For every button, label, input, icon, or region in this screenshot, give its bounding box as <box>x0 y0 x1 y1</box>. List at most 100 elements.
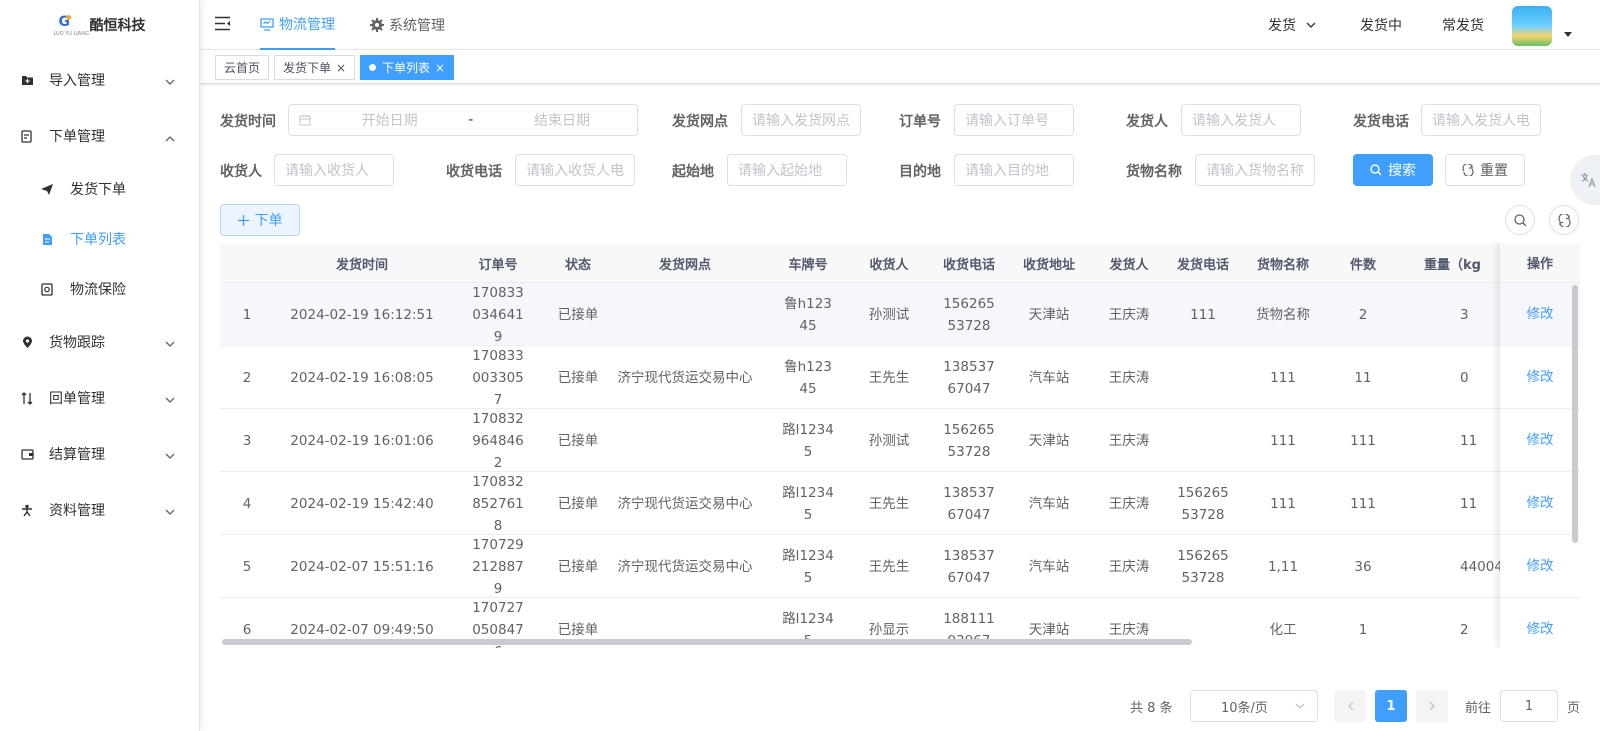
cell-weight: 11 <box>1396 472 1506 535</box>
page-suffix: 页 <box>1567 701 1581 716</box>
sidebar-subitem-insurance[interactable]: 物流保险 <box>0 264 199 314</box>
chevron-down-icon <box>165 448 175 464</box>
sidebar-item-data[interactable]: 资料管理 <box>0 482 199 538</box>
refresh-table-button[interactable] <box>1549 205 1579 235</box>
sidebar-subitem-ship-order[interactable]: 发货下单 <box>0 164 199 214</box>
col-order-no: 订单号 <box>478 257 518 273</box>
cell-order-no: 1708330033057 <box>450 346 546 409</box>
search-icon <box>1370 164 1382 176</box>
destination-input[interactable]: 请输入目的地 <box>954 154 1074 186</box>
cell-index: 1 <box>220 283 274 346</box>
gear-icon <box>370 18 384 32</box>
date-range-picker[interactable]: 开始日期 - 结束日期 <box>288 104 638 136</box>
cell-sender-text: 王庆涛 <box>1108 369 1150 386</box>
caret-down-icon[interactable] <box>1564 32 1572 37</box>
cell-status-text: 已接单 <box>557 369 599 386</box>
table-row[interactable]: 3 2024-02-19 16:01:06 1708329648462 已接单 路l12… <box>220 409 1580 472</box>
hamburger-icon[interactable] <box>214 16 231 35</box>
sidebar-item-tracking[interactable]: 货物跟踪 <box>0 314 199 370</box>
cell-receiver-phone: 13853767047 <box>922 535 1016 598</box>
prev-page-button[interactable] <box>1334 690 1366 722</box>
receiver-input[interactable]: 请输入收货人 <box>274 154 394 186</box>
page-1-button[interactable]: 1 <box>1375 690 1407 722</box>
cell-plate: 鲁h12345 <box>760 283 856 346</box>
sidebar-item-order[interactable]: 下单管理 <box>0 108 199 164</box>
cell-action: 修改 <box>1500 409 1580 472</box>
start-date-input[interactable]: 开始日期 <box>335 110 445 130</box>
chevron-right-icon <box>1429 701 1436 711</box>
nav-shipping[interactable]: 发货中 <box>1360 0 1402 50</box>
edit-link[interactable]: 修改 <box>1527 366 1554 388</box>
edit-link[interactable]: 修改 <box>1527 555 1554 577</box>
order-no-input[interactable]: 请输入订单号 <box>954 104 1074 136</box>
cell-receiver-address: 天津站 <box>1016 283 1082 346</box>
cell-receiver-address-text: 汽车站 <box>1028 369 1070 386</box>
origin-input[interactable]: 请输入起始地 <box>727 154 847 186</box>
sender-phone-input[interactable]: 请输入发货人电 <box>1421 104 1541 136</box>
table-row[interactable]: 5 2024-02-07 15:51:16 1707292128879 已接单 济宁现代… <box>220 535 1580 598</box>
tab-system[interactable]: 系统管理 <box>370 0 445 50</box>
tag-home[interactable]: 云首页 <box>215 55 270 80</box>
label-origin: 起始地 <box>672 164 714 180</box>
table-row[interactable]: 4 2024-02-19 15:42:40 1708328527618 已接单 济宁现代… <box>220 472 1580 535</box>
nav-ship-dropdown[interactable]: 发货 <box>1268 0 1316 50</box>
horizontal-scrollbar[interactable] <box>222 639 1192 645</box>
sidebar-item-import[interactable]: 导入管理 <box>0 52 199 108</box>
fixed-action-column: 操作 修改 修改 修改 修改 修改 修改 <box>1500 243 1580 648</box>
receiver-phone-input[interactable]: 请输入收货人电 <box>515 154 635 186</box>
tab-logistics[interactable]: 物流管理 <box>260 0 335 50</box>
sender-input[interactable]: 请输入发货人 <box>1181 104 1301 136</box>
ship-point-input[interactable]: 请输入发货网点 <box>741 104 861 136</box>
cell-index: 3 <box>220 409 274 472</box>
edit-link[interactable]: 修改 <box>1527 429 1554 451</box>
next-page-button[interactable] <box>1416 690 1448 722</box>
cell-receiver-address: 汽车站 <box>1016 535 1082 598</box>
edit-link[interactable]: 修改 <box>1527 303 1554 325</box>
add-order-button[interactable]: 下单 <box>220 204 300 236</box>
col-receiver-address: 收货地址 <box>1022 257 1075 273</box>
edit-link[interactable]: 修改 <box>1527 492 1554 514</box>
translate-icon[interactable] <box>1570 155 1600 205</box>
date-separator: - <box>468 112 474 128</box>
page-size-select[interactable]: 10条/页 <box>1190 690 1318 722</box>
sidebar-item-receipt[interactable]: 回单管理 <box>0 370 199 426</box>
cell-action: 修改 <box>1500 535 1580 598</box>
cell-status-text: 已接单 <box>557 432 599 449</box>
end-date-input[interactable]: 结束日期 <box>497 110 627 130</box>
cell-receiver-phone-text: 13853767047 <box>943 547 995 586</box>
reset-button[interactable]: 重置 <box>1445 154 1525 186</box>
table-row[interactable]: 2 2024-02-19 16:08:05 1708330033057 已接单 济宁现代… <box>220 346 1580 409</box>
cell-receiver: 孙测试 <box>856 283 922 346</box>
cell-sender-phone-text: 15626553728 <box>1177 547 1229 586</box>
label-order-no: 订单号 <box>899 114 941 130</box>
nav-frequent-ship[interactable]: 常发货 <box>1442 0 1484 50</box>
tag-ship-order[interactable]: 发货下单 × <box>274 55 356 80</box>
sidebar-item-settlement[interactable]: 结算管理 <box>0 426 199 482</box>
cell-goods-name: 1,11 <box>1236 535 1330 598</box>
avatar[interactable] <box>1512 6 1552 46</box>
toggle-search-button[interactable] <box>1505 205 1535 235</box>
logo[interactable]: G LUO YU LIANG 酷恒科技 <box>0 0 199 50</box>
search-button[interactable]: 搜索 <box>1353 154 1433 186</box>
goto-page-input[interactable]: 1 <box>1500 690 1558 722</box>
table-header: 发货时间 订单号 状态 发货网点 车牌号 收货人 收货电话 收货地址 发货人 发… <box>220 243 1580 283</box>
search-icon <box>1513 213 1527 227</box>
tag-order-list[interactable]: 下单列表 × <box>360 55 455 80</box>
sidebar-subitem-order-list[interactable]: 下单列表 <box>0 214 199 264</box>
goods-name-input[interactable]: 请输入货物名称 <box>1195 154 1315 186</box>
cell-quantity: 1 <box>1330 598 1396 648</box>
close-icon[interactable]: × <box>336 61 346 75</box>
cell-order-no: 1708330346419 <box>450 283 546 346</box>
label-sender-phone: 发货电话 <box>1353 114 1409 130</box>
cell-plate-text: 路l12345 <box>782 547 834 586</box>
vertical-scrollbar[interactable] <box>1572 285 1578 543</box>
close-icon[interactable]: × <box>435 61 445 75</box>
cell-ship-time: 2024-02-19 16:01:06 <box>274 409 450 472</box>
cell-order-no-text: 1708330033057 <box>472 347 524 408</box>
document-icon <box>40 232 54 246</box>
table-row[interactable]: 1 2024-02-19 16:12:51 1708330346419 已接单 鲁h12… <box>220 283 1580 346</box>
col-receiver: 收货人 <box>869 257 909 273</box>
edit-link[interactable]: 修改 <box>1527 618 1554 640</box>
cell-ship-time: 2024-02-19 15:42:40 <box>274 472 450 535</box>
cell-sender-text: 王庆涛 <box>1108 432 1150 449</box>
